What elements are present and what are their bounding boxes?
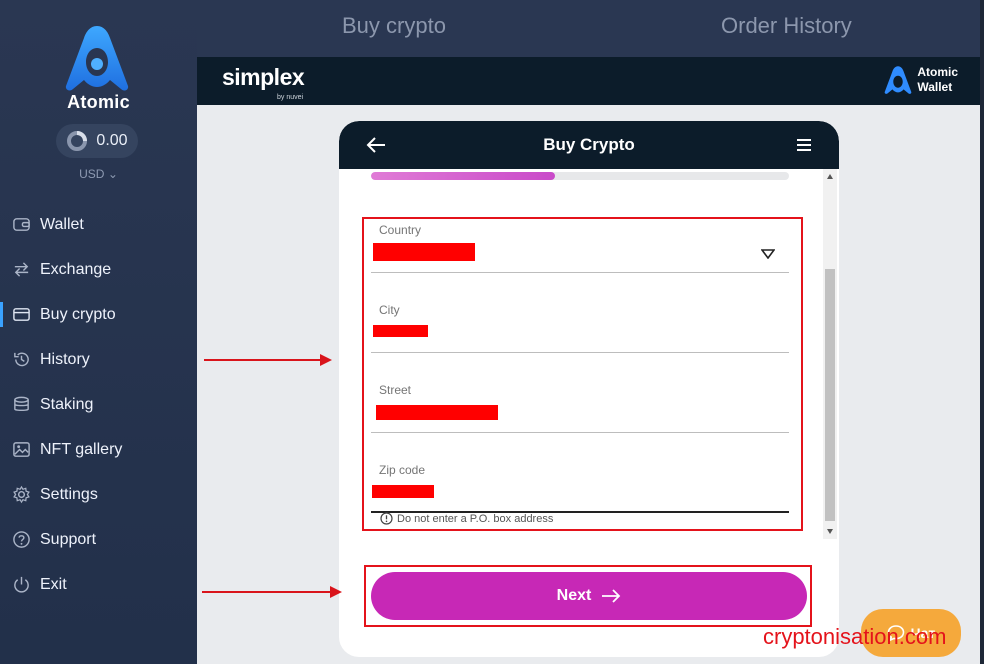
partner-name-line2: Wallet	[917, 80, 953, 94]
annotation-arrow-form	[204, 354, 332, 366]
wallet-icon	[12, 215, 31, 234]
balance-value: 0.00	[96, 132, 128, 149]
scrollbar[interactable]	[823, 169, 837, 539]
currency-select[interactable]: USD ⌄	[0, 167, 197, 181]
atomic-logo-icon	[65, 26, 129, 91]
top-tab-bar: Buy crypto Order History	[197, 0, 984, 57]
annotation-arrow-next	[202, 586, 342, 598]
sidebar-item-label: Support	[40, 530, 97, 548]
exchange-icon	[12, 260, 31, 279]
widget-title: Buy Crypto	[543, 135, 635, 154]
simplex-logo: simplex by nuvei	[222, 64, 305, 101]
history-icon	[12, 350, 31, 369]
annotation-form-highlight	[362, 217, 803, 531]
sidebar-item-support[interactable]: Support	[0, 517, 197, 562]
menu-icon[interactable]	[795, 137, 813, 153]
brand-name: Atomic	[67, 92, 130, 112]
progress-fill	[371, 172, 555, 180]
sidebar-item-label: Wallet	[40, 215, 84, 233]
balance-ring-icon	[67, 131, 88, 151]
sidebar-item-label: Buy crypto	[40, 305, 116, 323]
watermark-text: cryptonisation.com	[763, 624, 947, 649]
gear-icon	[12, 485, 31, 504]
widget-header: Buy Crypto	[339, 121, 839, 169]
sidebar-item-history[interactable]: History	[0, 337, 197, 382]
sidebar-item-staking[interactable]: Staking	[0, 382, 197, 427]
help-icon	[12, 530, 31, 549]
currency-label: USD	[79, 167, 105, 181]
provider-name: simplex	[222, 64, 305, 90]
sidebar-item-nft-gallery[interactable]: NFT gallery	[0, 427, 197, 472]
progress-bar	[371, 172, 789, 180]
balance-pill[interactable]: 0.00	[56, 124, 138, 158]
card-icon	[12, 305, 31, 324]
sidebar-item-exit[interactable]: Exit	[0, 562, 197, 607]
image-icon	[12, 440, 31, 459]
sidebar-item-settings[interactable]: Settings	[0, 472, 197, 517]
scroll-up-arrow-icon[interactable]	[827, 174, 833, 179]
tab-buy-crypto[interactable]: Buy crypto	[342, 13, 446, 39]
sidebar: Atomic 0.00 USD ⌄ Wallet Exchange Buy cr…	[0, 0, 197, 664]
sidebar-item-label: History	[40, 350, 90, 368]
window-edge	[980, 0, 984, 664]
sidebar-item-label: Staking	[40, 395, 94, 413]
sidebar-item-exchange[interactable]: Exchange	[0, 247, 197, 292]
provider-by-line: by nuvei	[277, 94, 304, 101]
tab-order-history[interactable]: Order History	[721, 13, 852, 39]
atomic-wallet-logo: Atomic Wallet	[883, 65, 958, 95]
staking-icon	[12, 395, 31, 414]
sidebar-nav: Wallet Exchange Buy crypto History Staki…	[0, 202, 197, 607]
sidebar-item-label: Settings	[40, 485, 98, 503]
sidebar-item-wallet[interactable]: Wallet	[0, 202, 197, 247]
atomic-wallet-logo-icon	[884, 66, 912, 94]
power-icon	[12, 575, 31, 594]
scroll-down-arrow-icon[interactable]	[827, 529, 833, 534]
sidebar-item-buy-crypto[interactable]: Buy crypto	[0, 292, 197, 337]
provider-header: simplex by nuvei Atomic Wallet	[197, 57, 980, 105]
chevron-down-icon: ⌄	[107, 167, 118, 181]
scroll-thumb[interactable]	[825, 269, 835, 521]
partner-name-line1: Atomic	[917, 65, 958, 79]
sidebar-item-label: Exit	[40, 575, 67, 593]
sidebar-item-label: NFT gallery	[40, 440, 123, 458]
sidebar-item-label: Exchange	[40, 260, 112, 278]
annotation-next-highlight	[364, 565, 812, 627]
